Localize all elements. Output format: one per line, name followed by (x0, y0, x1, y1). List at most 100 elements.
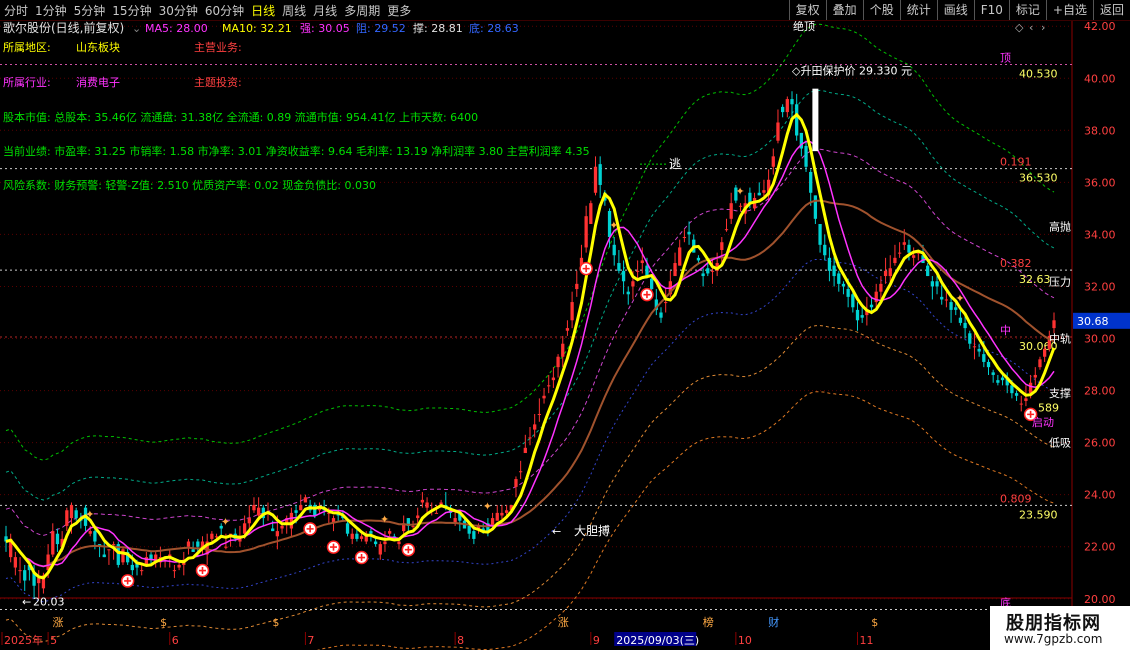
candle-body (869, 304, 874, 308)
strip-label: $ (272, 616, 279, 629)
candle-body (682, 237, 687, 239)
tab-1min[interactable]: 1分钟 (35, 4, 67, 18)
zone-label-r0382: 0.382 (1000, 257, 1032, 270)
candle-body (350, 533, 354, 539)
date-highlight: 2025/09/03(三) (616, 634, 699, 647)
candle-body (771, 156, 775, 167)
tab-15min[interactable]: 15分钟 (112, 4, 151, 18)
candle-body (88, 531, 92, 534)
price-tick-label: 28.00 (1084, 385, 1116, 398)
candle-body (785, 99, 789, 113)
diamond-icon[interactable]: ◇ (1015, 21, 1024, 34)
candle-body (275, 531, 279, 537)
candle-body (930, 281, 934, 287)
candle-body (664, 302, 668, 304)
candle-body (411, 525, 415, 527)
low-value-label: 20.03 (33, 595, 65, 608)
candle-body (888, 268, 892, 277)
period-toolbar: 分时 1分钟 5分钟 15分钟 30分钟 60分钟 日线 周线 月线 多周期 更多 复权 叠加 个股 统计… (0, 0, 1130, 21)
peak-highlight (812, 88, 819, 152)
candle-body (388, 531, 392, 534)
price-tick-label: 34.00 (1084, 228, 1116, 241)
candle-body (172, 570, 177, 572)
candle-body (65, 510, 69, 526)
candle-body (18, 570, 22, 572)
price-tick-label: 40.00 (1084, 72, 1116, 85)
candle-body (991, 372, 995, 375)
candle-body (575, 283, 579, 290)
fuquan-button[interactable]: 复权 (788, 0, 826, 20)
runner-icon: ✦ (85, 508, 94, 521)
kline-chart[interactable]: 顶40.5300.19136.5300.38232.63中30.0600.809… (0, 21, 1130, 650)
candle-body (130, 564, 134, 571)
candle-body (74, 510, 78, 519)
chevron-right-icon[interactable]: › (1041, 21, 1045, 34)
tab-5min[interactable]: 5分钟 (74, 4, 106, 18)
region-value: 山东板块 (76, 40, 120, 54)
candle-body (954, 307, 958, 310)
candle-body (823, 244, 827, 256)
candle-body (1000, 377, 1005, 381)
tab-30min[interactable]: 30分钟 (159, 4, 198, 18)
month-label: 11 (860, 634, 874, 647)
month-label: 7 (307, 634, 314, 647)
tab-monthly[interactable]: 月线 (313, 4, 337, 18)
zone-label-r0191: 0.191 (1000, 156, 1032, 169)
mark-button[interactable]: 标记 (1008, 0, 1046, 20)
candle-body (1010, 385, 1014, 394)
candle-body (93, 531, 97, 542)
candle-body (897, 252, 902, 254)
candle-body (383, 541, 387, 545)
candle-body (724, 229, 729, 231)
candle-body (982, 354, 986, 362)
chevron-left-icon[interactable]: ‹ (1029, 21, 1033, 34)
candle-body (111, 544, 116, 546)
price-tick-label: 36.00 (1084, 176, 1116, 189)
draw-button[interactable]: 画线 (936, 0, 974, 20)
zone-label-r0809: 0.809 (1000, 492, 1032, 505)
runner-icon: ✦ (221, 516, 230, 529)
tab-weekly[interactable]: 周线 (282, 4, 306, 18)
candle-body (729, 203, 733, 219)
stats-button[interactable]: 统计 (899, 0, 937, 20)
back-button[interactable]: 返回 (1092, 0, 1130, 20)
tab-fenshi[interactable]: 分时 (4, 4, 28, 18)
candle-body (224, 546, 228, 548)
tab-multi-period[interactable]: 多周期 (344, 4, 380, 18)
stock-button[interactable]: 个股 (862, 0, 900, 20)
candle-body (837, 273, 841, 284)
candle-body (355, 533, 359, 539)
candle-body (612, 244, 616, 256)
f10-button[interactable]: F10 (973, 0, 1009, 20)
candle-body (940, 296, 944, 300)
candle-body (949, 302, 953, 310)
candle-body (551, 377, 556, 381)
performance-info: 当前业绩: 市盈率: 31.25 市销率: 1.58 市净率: 3.01 净资收… (3, 144, 590, 158)
candle-body (294, 510, 298, 513)
tab-daily[interactable]: 日线 (251, 4, 275, 18)
add-watchlist-button[interactable]: +自选 (1045, 0, 1093, 20)
candle-body (645, 265, 649, 277)
candle-body (673, 263, 677, 277)
chevron-down-icon[interactable]: ⌄ (132, 22, 141, 35)
candle-body (598, 164, 602, 185)
zone-value-top: 40.530 (1019, 67, 1058, 80)
tab-60min[interactable]: 60分钟 (205, 4, 244, 18)
tab-more[interactable]: 更多 (387, 4, 411, 18)
runner-icon: ✦ (736, 185, 745, 198)
candle-body (303, 497, 308, 503)
candle-body (565, 328, 570, 331)
candle-body (495, 512, 499, 521)
overlay-button[interactable]: 叠加 (825, 0, 863, 20)
period-tabs: 分时 1分钟 5分钟 15分钟 30分钟 60分钟 日线 周线 月线 多周期 更多 (4, 2, 418, 19)
watermark-logo: 股朋指标网 www.7gpzb.com (990, 606, 1130, 650)
candle-body (425, 502, 429, 508)
candle-body (879, 283, 883, 292)
candle-body (813, 195, 818, 219)
runner-icon: ✦ (380, 513, 389, 526)
candle-body (776, 122, 780, 141)
candle-body (121, 549, 125, 563)
qiang-label: 强: 30.05 (300, 22, 350, 35)
candle-body (519, 471, 523, 473)
candle-body (781, 106, 785, 113)
